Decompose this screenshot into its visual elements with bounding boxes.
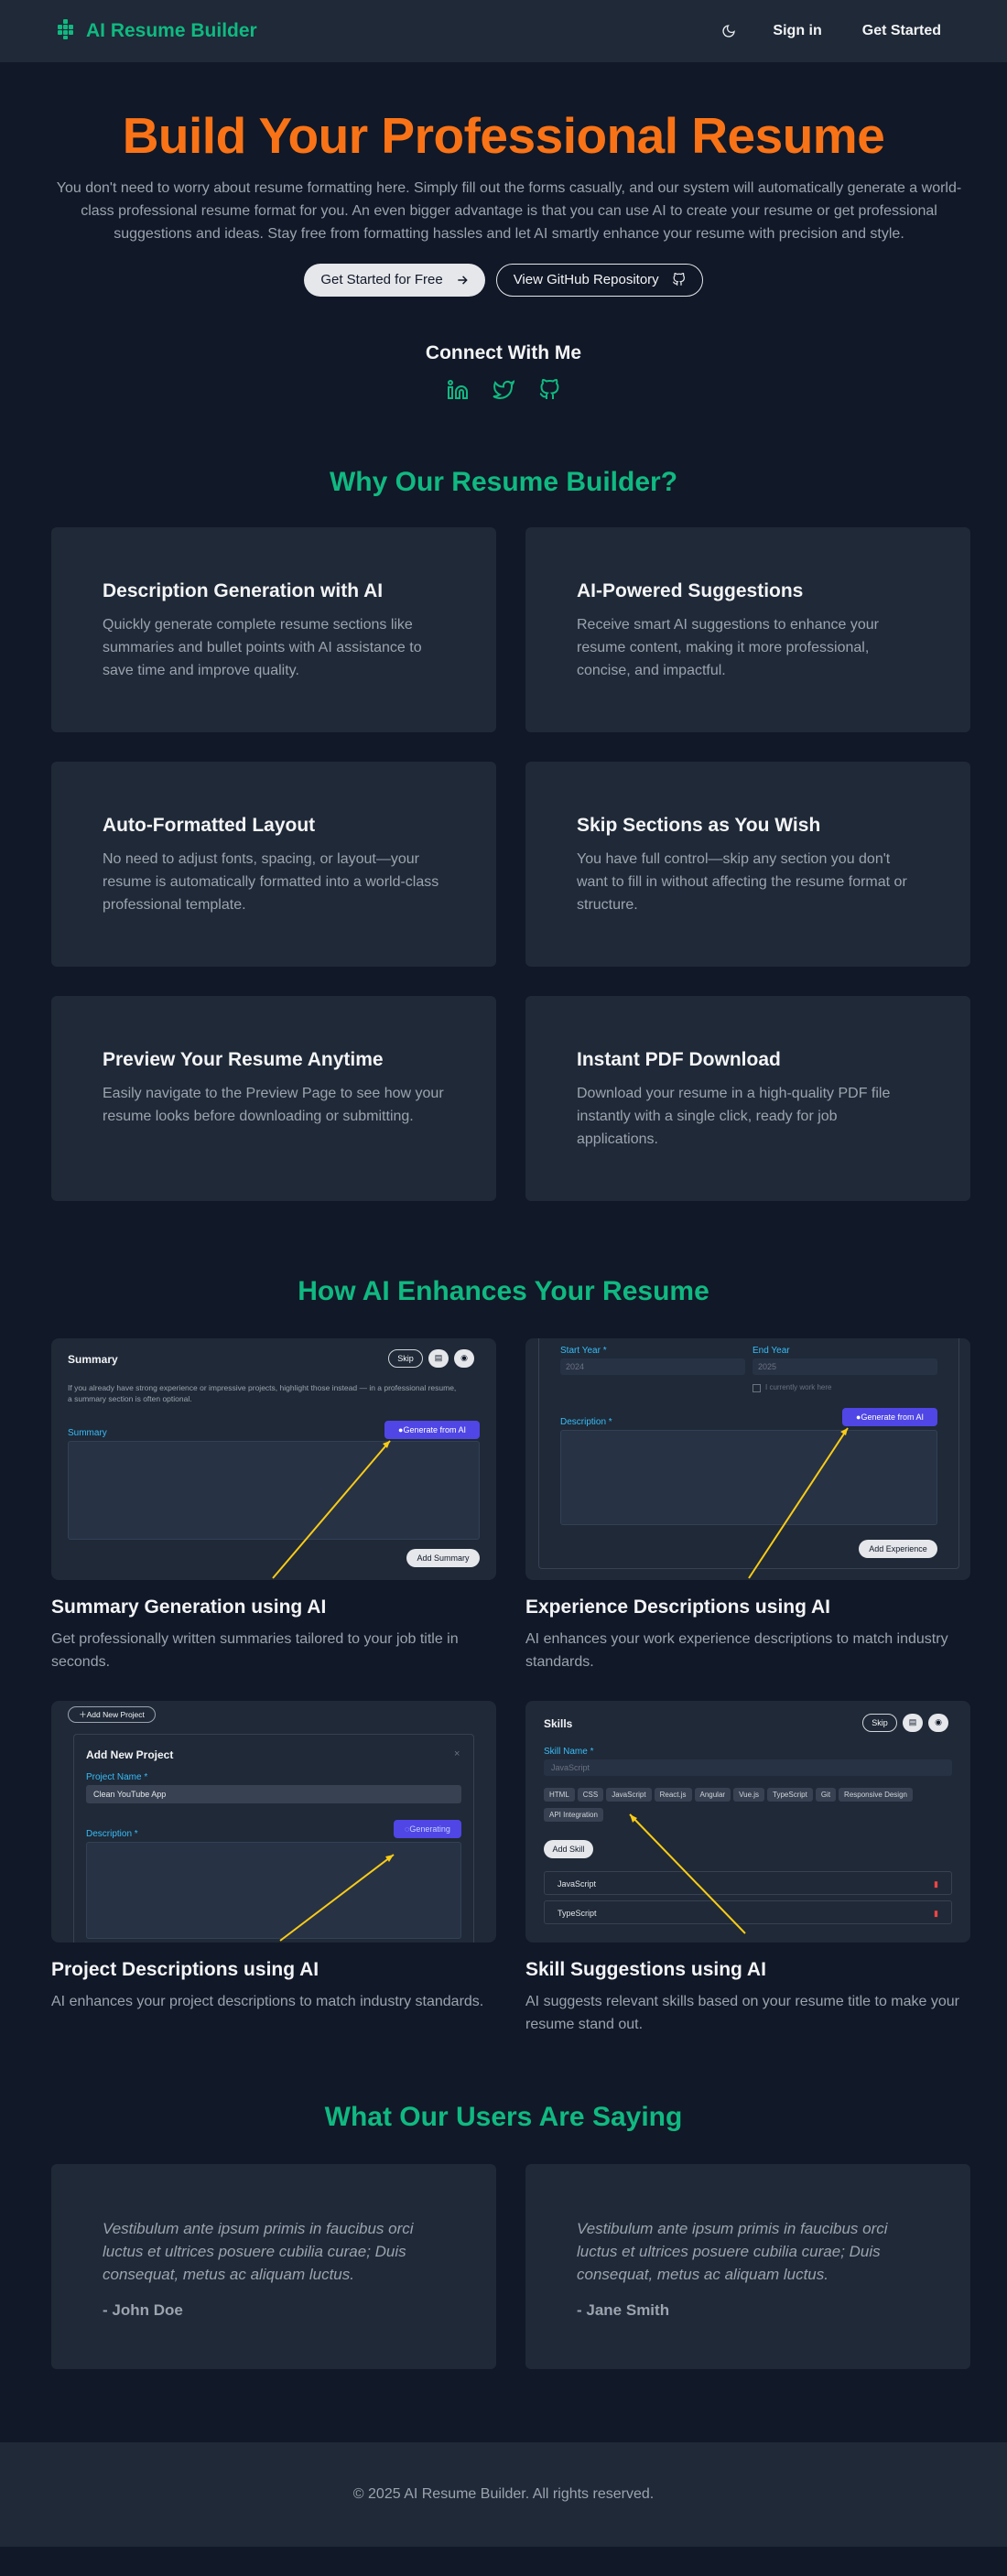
feature-card: AI-Powered Suggestions Receive smart AI s… <box>525 526 970 732</box>
pointer-arrow <box>629 1813 746 1934</box>
brand[interactable]: AI Resume Builder <box>55 18 257 45</box>
testimonials-title: What Our Users Are Saying <box>324 2101 683 2132</box>
feature-card: Auto-Formatted Layout No need to adjust f… <box>51 761 496 967</box>
ai-feature-card: Start Year * 2024 End Year 2025 I curren… <box>525 1337 970 1673</box>
testimonial-card: Vestibulum ante ipsum primis in faucibus… <box>51 2163 496 2369</box>
ai-feature-card: Skills Skip ▤ ◉ Skill Name * JavaScript … <box>525 1700 970 2036</box>
ai-feature-text: AI suggests relevant skills based on you… <box>525 1993 959 2032</box>
get-started-free-button[interactable]: Get Started for Free <box>304 263 485 297</box>
twitter-icon[interactable] <box>493 379 514 401</box>
summary-screenshot: Summary Skip ▤ ◉ If you already have str… <box>51 1337 496 1580</box>
feature-title: Skip Sections as You Wish <box>577 814 821 836</box>
feature-text: No need to adjust fonts, spacing, or lay… <box>103 850 439 913</box>
feature-text: Receive smart AI suggestions to enhance … <box>577 616 879 678</box>
why-section: Why Our Resume Builder? Description Gene… <box>0 467 1007 1201</box>
github-social-icon[interactable] <box>538 378 560 401</box>
feature-text: Download your resume in a high-quality P… <box>577 1085 891 1147</box>
skills-screenshot: Skills Skip ▤ ◉ Skill Name * JavaScript … <box>525 1700 970 1943</box>
ai-feature-title: Skill Suggestions using AI <box>525 1958 766 1980</box>
testimonial-quote: Vestibulum ante ipsum primis in faucibus… <box>103 2219 414 2283</box>
hero-description: You don't need to worry about resume for… <box>56 179 962 242</box>
linkedin-icon[interactable] <box>447 379 469 401</box>
ai-feature-text: AI enhances your project descriptions to… <box>51 1993 484 2009</box>
ai-feature-card: ＋ Add New Project Add New Project × Proj… <box>51 1700 496 2036</box>
pointer-arrow <box>279 1853 395 1942</box>
get-started-button[interactable]: Get Started <box>848 14 956 49</box>
header-actions: Sign in Get Started <box>710 13 956 49</box>
arrow-right-icon <box>458 275 468 285</box>
feature-title: Preview Your Resume Anytime <box>103 1048 384 1070</box>
ai-title: How AI Enhances Your Resume <box>298 1275 709 1306</box>
logo-icon <box>55 18 77 45</box>
hero-actions: Get Started for Free View GitHub Reposit… <box>51 263 956 297</box>
feature-text: Easily navigate to the Preview Page to s… <box>103 1085 444 1124</box>
experience-screenshot: Start Year * 2024 End Year 2025 I curren… <box>525 1337 970 1580</box>
connect-title: Connect With Me <box>425 341 582 363</box>
ai-feature-text: AI enhances your work experience descrip… <box>525 1630 948 1670</box>
feature-text: You have full control—skip any section y… <box>577 850 907 913</box>
feature-title: Description Generation with AI <box>103 579 384 601</box>
ai-feature-card: Summary Skip ▤ ◉ If you already have str… <box>51 1337 496 1673</box>
ai-feature-text: Get professionally written summaries tai… <box>51 1630 459 1670</box>
ai-grid: Summary Skip ▤ ◉ If you already have str… <box>0 1337 1007 2036</box>
testimonial-grid: Vestibulum ante ipsum primis in faucibus… <box>0 2163 1007 2369</box>
testimonial-author: - John Doe <box>103 2300 183 2319</box>
pointer-arrow <box>748 1426 849 1579</box>
project-screenshot: ＋ Add New Project Add New Project × Proj… <box>51 1700 496 1943</box>
why-title: Why Our Resume Builder? <box>329 466 678 497</box>
ai-feature-title: Project Descriptions using AI <box>51 1958 319 1980</box>
get-started-free-label: Get Started for Free <box>320 272 443 287</box>
feature-card: Instant PDF Download Download your resume… <box>525 995 970 1201</box>
feature-card: Preview Your Resume Anytime Easily naviga… <box>51 995 496 1201</box>
feature-card: Description Generation with AI Quickly ge… <box>51 526 496 732</box>
hero-title: Build Your Professional Resume <box>122 107 885 164</box>
github-icon <box>672 273 685 286</box>
github-repo-label: View GitHub Repository <box>513 272 659 287</box>
connect-section: Connect With Me <box>51 342 956 401</box>
testimonials-section: What Our Users Are Saying Vestibulum ant… <box>0 2102 1007 2369</box>
feature-card: Skip Sections as You Wish You have full c… <box>525 761 970 967</box>
ai-feature-title: Experience Descriptions using AI <box>525 1596 830 1618</box>
github-repo-button[interactable]: View GitHub Repository <box>495 263 703 297</box>
feature-title: Instant PDF Download <box>577 1048 781 1070</box>
feature-title: AI-Powered Suggestions <box>577 579 804 601</box>
theme-toggle-button[interactable] <box>710 13 747 49</box>
testimonial-quote: Vestibulum ante ipsum primis in faucibus… <box>577 2219 888 2283</box>
footer-text: © 2025 AI Resume Builder. All rights res… <box>352 2485 655 2502</box>
feature-grid: Description Generation with AI Quickly ge… <box>0 526 1007 1201</box>
footer: © 2025 AI Resume Builder. All rights res… <box>0 2441 1007 2547</box>
feature-title: Auto-Formatted Layout <box>103 814 316 836</box>
testimonial-card: Vestibulum ante ipsum primis in faucibus… <box>525 2163 970 2369</box>
moon-icon <box>722 25 736 38</box>
feature-text: Quickly generate complete resume section… <box>103 616 422 678</box>
hero-section: Build Your Professional Resume You don't… <box>0 62 1007 401</box>
ai-feature-title: Summary Generation using AI <box>51 1596 327 1618</box>
brand-title: AI Resume Builder <box>86 20 257 41</box>
testimonial-author: - Jane Smith <box>577 2300 670 2319</box>
pointer-arrow <box>272 1439 391 1579</box>
social-links <box>51 378 956 401</box>
top-nav: AI Resume Builder Sign in Get Started <box>0 0 1007 62</box>
sign-in-button[interactable]: Sign in <box>758 14 836 49</box>
ai-section: How AI Enhances Your Resume Summary Skip… <box>0 1276 1007 2036</box>
